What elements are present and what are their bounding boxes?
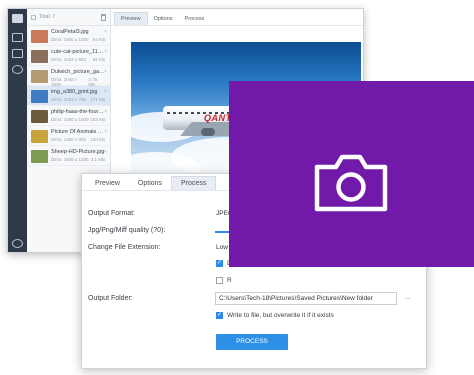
remove-file-icon[interactable]: × <box>104 129 107 135</box>
file-size: 171 KB <box>90 97 105 102</box>
remove-file-icon[interactable]: × <box>104 149 107 155</box>
edit-icon[interactable] <box>12 49 23 58</box>
remove-file-icon[interactable]: × <box>104 109 107 115</box>
file-list-item[interactable]: philip-haas-the-four-se... Dims: 1000 x 1… <box>27 106 110 126</box>
file-list-item[interactable]: cute-cat-picture_1122-... Dims: 1024 x 68… <box>27 46 110 66</box>
camera-icon <box>314 154 388 212</box>
file-list-item[interactable]: Picture Of Animals Pi... Dims: 1280 x 800… <box>27 126 110 146</box>
file-size: 163 KB <box>90 117 105 122</box>
file-name: Dulwich_picture_gallery... <box>51 69 105 75</box>
file-list-item[interactable]: img_a380_jpmt.jpg Dims: 1024 x 768 171 KB × <box>27 86 110 106</box>
tab-preview[interactable]: Preview <box>114 12 148 25</box>
remove-file-icon[interactable]: × <box>104 89 107 95</box>
file-name: Picture Of Animals Pi... <box>51 129 105 135</box>
quality-label: Jpg/Png/Miff quality (?0): <box>88 227 166 234</box>
overwrite-checkbox[interactable] <box>216 311 223 319</box>
file-thumbnail <box>31 90 48 103</box>
file-meta: Dims: 1000 x 1000 163 KB <box>51 117 105 122</box>
tab-options[interactable]: Options <box>148 13 179 25</box>
file-name: img_a380_jpmt.jpg <box>51 89 98 95</box>
app-logo-icon <box>12 14 23 23</box>
remove-file-icon[interactable]: × <box>104 29 107 35</box>
file-thumbnail <box>31 130 48 143</box>
extension-select[interactable]: Low <box>216 244 228 251</box>
file-thumbnail <box>31 30 48 43</box>
file-list-item[interactable]: Dulwich_picture_gallery...Dims: 2048 x 1… <box>27 66 110 87</box>
file-meta: Dims: 1024 x 683 62 KB <box>51 57 105 62</box>
file-name: CoralPetal3.jpg <box>51 29 89 35</box>
process-button[interactable]: PROCESS <box>216 334 288 350</box>
option-checkbox-b-label: R <box>227 277 232 284</box>
file-meta: Dims: 1280 x 800 120 KB <box>51 137 105 142</box>
file-size: 84 KB <box>92 37 105 42</box>
remove-file-icon[interactable]: × <box>104 69 107 75</box>
select-all-checkbox[interactable] <box>31 14 36 20</box>
file-size: 120 KB <box>90 137 105 142</box>
file-dimensions: Dims: 1024 x 683 <box>51 57 87 62</box>
trash-icon[interactable] <box>101 13 106 21</box>
promo-canvas: Total: 7 CoralPetal3.jpg Dims: 1920 x 108… <box>0 0 474 375</box>
overwrite-label: Write to file, but overwrite it if it ex… <box>227 312 334 319</box>
dialog-tab-process[interactable]: Process <box>171 176 217 190</box>
file-dimensions: Dims: 1920 x 1200 <box>51 157 89 162</box>
preview-tabs: Preview Options Process <box>111 9 363 26</box>
file-dimensions: Dims: 1920 x 1080 <box>51 37 89 42</box>
file-list-header: Total: 7 <box>27 9 110 26</box>
file-name: Sheep-HD-Picture.jpg <box>51 149 105 155</box>
file-meta: Dims: 1920 x 1080 84 KB <box>51 37 105 42</box>
remove-file-icon[interactable]: × <box>104 49 107 55</box>
sidebar-rail <box>8 9 27 252</box>
option-checkbox-a[interactable] <box>216 259 223 267</box>
dialog-tab-preview[interactable]: Preview <box>86 177 129 190</box>
file-dimensions: Dims: 1000 x 1000 <box>51 117 89 122</box>
file-size: 62 KB <box>92 57 105 62</box>
tab-process[interactable]: Process <box>179 13 211 25</box>
output-folder-label: Output Folder: <box>88 295 133 302</box>
play-icon[interactable] <box>12 65 23 74</box>
dialog-tab-options[interactable]: Options <box>129 177 171 190</box>
file-size: 3.1 MB <box>90 157 105 162</box>
file-meta: Dims: 1024 x 768 171 KB <box>51 97 105 102</box>
file-meta: Dims: 1920 x 1200 3.1 MB <box>51 157 105 162</box>
file-count-label: Total: 7 <box>39 14 56 20</box>
output-folder-field[interactable]: C:\Users\Tech-18\Pictures\Saved Pictures… <box>215 292 397 305</box>
file-name: cute-cat-picture_1122-... <box>51 49 105 55</box>
file-thumbnail <box>31 150 48 163</box>
file-list-item[interactable]: CoralPetal3.jpg Dims: 1920 x 1080 84 KB × <box>27 26 110 46</box>
file-thumbnail <box>31 70 48 83</box>
file-thumbnail <box>31 50 48 63</box>
file-name: philip-haas-the-four-se... <box>51 109 105 115</box>
file-dimensions: Dims: 1280 x 800 <box>51 137 87 142</box>
browse-button[interactable]: ... <box>405 294 411 301</box>
file-thumbnail <box>31 110 48 123</box>
file-list: CoralPetal3.jpg Dims: 1920 x 1080 84 KB × cu… <box>27 26 110 166</box>
list-icon[interactable] <box>12 33 23 42</box>
file-list-item[interactable]: Sheep-HD-Picture.jpg Dims: 1920 x 1200 3.1… <box>27 146 110 166</box>
file-dimensions: Dims: 1024 x 768 <box>51 97 87 102</box>
extension-label: Change File Extension: <box>88 244 161 251</box>
settings-icon[interactable] <box>12 239 23 248</box>
output-format-label: Output Format: <box>88 210 136 217</box>
camera-promo-tile <box>229 81 474 267</box>
option-checkbox-b[interactable] <box>216 277 223 284</box>
